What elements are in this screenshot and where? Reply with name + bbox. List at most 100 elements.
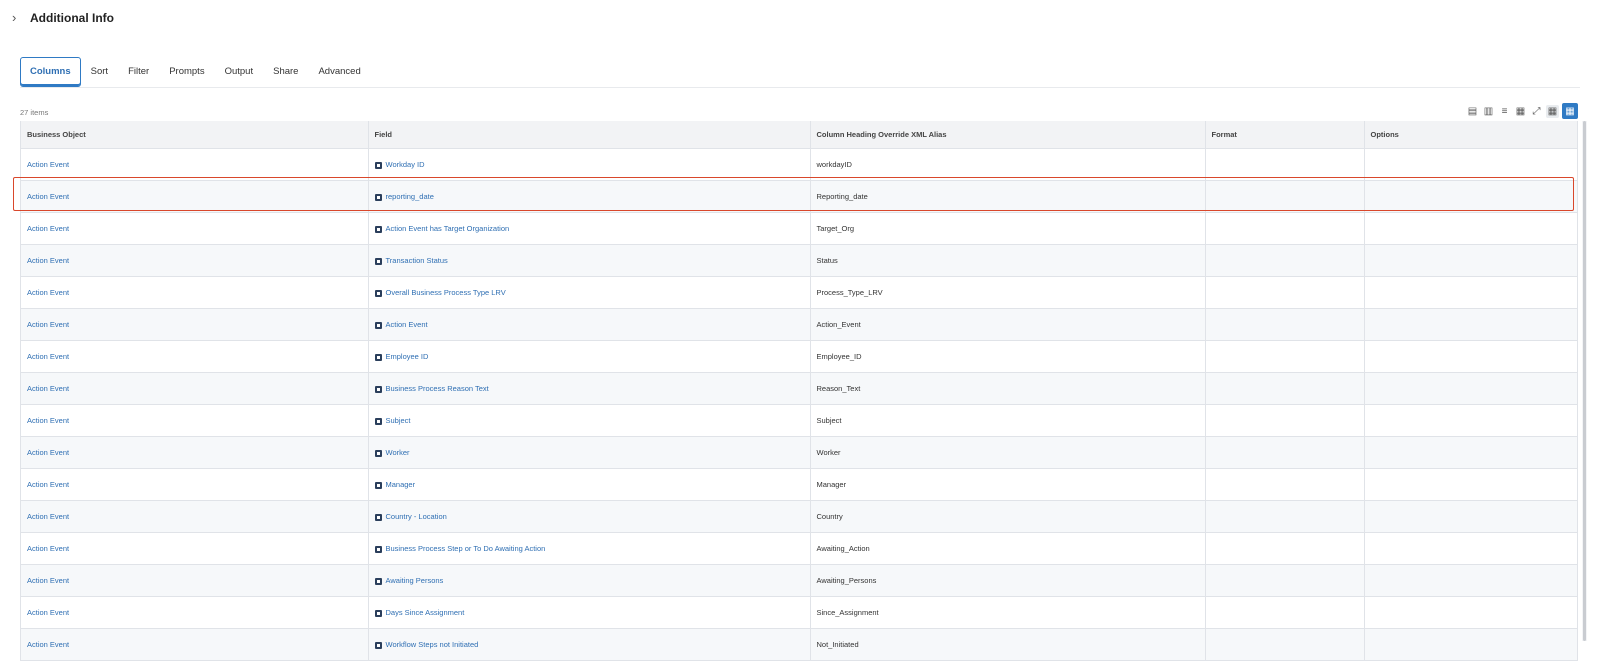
alias-cell[interactable]: Awaiting_Persons <box>810 564 1206 597</box>
options-cell[interactable] <box>1364 436 1578 469</box>
business-object-cell[interactable]: Action Event <box>21 596 369 629</box>
options-cell[interactable] <box>1364 500 1578 533</box>
format-cell[interactable] <box>1205 500 1365 533</box>
tab-columns[interactable]: Columns <box>20 57 81 87</box>
options-cell[interactable] <box>1364 180 1578 213</box>
table-row[interactable]: Action Event reporting_date Reporting_date <box>21 180 1578 213</box>
options-cell[interactable] <box>1364 276 1578 309</box>
format-cell[interactable] <box>1205 436 1365 469</box>
table-row[interactable]: Action Event Country - Location Country <box>21 500 1578 533</box>
table-row[interactable]: Action Event Overall Business Process Typ… <box>21 276 1578 309</box>
tab-output[interactable]: Output <box>215 58 264 86</box>
business-object-cell[interactable]: Action Event <box>21 564 369 597</box>
chevron-right-icon[interactable]: › <box>12 11 22 25</box>
field-link[interactable]: Transaction Status <box>386 256 448 265</box>
field-cell[interactable]: Transaction Status <box>368 244 811 277</box>
field-link[interactable]: Workday ID <box>386 160 425 169</box>
alias-cell[interactable]: Not_Initiated <box>810 628 1206 661</box>
business-object-link[interactable]: Action Event <box>27 160 69 169</box>
options-cell[interactable] <box>1364 148 1578 181</box>
table-row[interactable]: Action Event Employee ID Employee_ID <box>21 340 1578 373</box>
options-cell[interactable] <box>1364 564 1578 597</box>
business-object-link[interactable]: Action Event <box>27 544 69 553</box>
options-cell[interactable] <box>1364 244 1578 277</box>
alias-cell[interactable]: Status <box>810 244 1206 277</box>
field-cell[interactable]: Days Since Assignment <box>368 596 811 629</box>
table-row[interactable]: Action Event Days Since Assignment Since_A… <box>21 596 1578 629</box>
field-link[interactable]: Worker <box>386 448 410 457</box>
business-object-link[interactable]: Action Event <box>27 576 69 585</box>
filter-icon[interactable]: ≡ <box>1498 105 1511 118</box>
field-cell[interactable]: Employee ID <box>368 340 811 373</box>
field-link[interactable]: Business Process Reason Text <box>386 384 489 393</box>
business-object-cell[interactable]: Action Event <box>21 276 369 309</box>
col-header-format[interactable]: Format <box>1205 121 1365 149</box>
field-cell[interactable]: Country - Location <box>368 500 811 533</box>
business-object-link[interactable]: Action Event <box>27 224 69 233</box>
field-cell[interactable]: Awaiting Persons <box>368 564 811 597</box>
field-cell[interactable]: Action Event <box>368 308 811 341</box>
options-cell[interactable] <box>1364 340 1578 373</box>
alias-cell[interactable]: Employee_ID <box>810 340 1206 373</box>
business-object-link[interactable]: Action Event <box>27 640 69 649</box>
table-row[interactable]: Action Event Manager Manager <box>21 468 1578 501</box>
columns-icon[interactable]: ▦ <box>1514 105 1527 118</box>
business-object-cell[interactable]: Action Event <box>21 180 369 213</box>
options-cell[interactable] <box>1364 532 1578 565</box>
field-cell[interactable]: Action Event has Target Organization <box>368 212 811 245</box>
col-header-options[interactable]: Options <box>1364 121 1578 149</box>
table-row[interactable]: Action Event Action Event has Target Orga… <box>21 212 1578 245</box>
business-object-cell[interactable]: Action Event <box>21 244 369 277</box>
field-link[interactable]: Country - Location <box>386 512 447 521</box>
field-link[interactable]: reporting_date <box>386 192 434 201</box>
field-link[interactable]: Overall Business Process Type LRV <box>386 288 506 297</box>
field-link[interactable]: Action Event <box>386 320 428 329</box>
tab-sort[interactable]: Sort <box>81 58 118 86</box>
format-cell[interactable] <box>1205 596 1365 629</box>
format-cell[interactable] <box>1205 628 1365 661</box>
options-cell[interactable] <box>1364 468 1578 501</box>
col-header-alias[interactable]: Column Heading Override XML Alias <box>810 121 1206 149</box>
options-cell[interactable] <box>1364 404 1578 437</box>
table-row[interactable]: Action Event Awaiting Persons Awaiting_Per… <box>21 564 1578 597</box>
format-cell[interactable] <box>1205 404 1365 437</box>
business-object-cell[interactable]: Action Event <box>21 372 369 405</box>
format-cell[interactable] <box>1205 148 1365 181</box>
field-link[interactable]: Action Event has Target Organization <box>386 224 510 233</box>
field-link[interactable]: Employee ID <box>386 352 429 361</box>
business-object-cell[interactable]: Action Event <box>21 308 369 341</box>
table-view-icon[interactable]: ▦ <box>1546 104 1559 118</box>
alias-cell[interactable]: Since_Assignment <box>810 596 1206 629</box>
field-link[interactable]: Manager <box>386 480 416 489</box>
field-cell[interactable]: Subject <box>368 404 811 437</box>
business-object-cell[interactable]: Action Event <box>21 468 369 501</box>
field-cell[interactable]: Business Process Step or To Do Awaiting … <box>368 532 811 565</box>
table-row[interactable]: Action Event Transaction Status Status <box>21 244 1578 277</box>
field-link[interactable]: Subject <box>386 416 411 425</box>
business-object-cell[interactable]: Action Event <box>21 500 369 533</box>
business-object-link[interactable]: Action Event <box>27 416 69 425</box>
business-object-cell[interactable]: Action Event <box>21 340 369 373</box>
options-cell[interactable] <box>1364 212 1578 245</box>
format-cell[interactable] <box>1205 468 1365 501</box>
table-row[interactable]: Action Event Workflow Steps not Initiated… <box>21 628 1578 661</box>
field-cell[interactable]: Manager <box>368 468 811 501</box>
business-object-cell[interactable]: Action Event <box>21 628 369 661</box>
business-object-link[interactable]: Action Event <box>27 384 69 393</box>
alias-cell[interactable]: Reason_Text <box>810 372 1206 405</box>
business-object-link[interactable]: Action Event <box>27 352 69 361</box>
alias-cell[interactable]: Awaiting_Action <box>810 532 1206 565</box>
format-cell[interactable] <box>1205 276 1365 309</box>
grid-view-icon[interactable]: ▦ <box>1562 103 1578 119</box>
field-cell[interactable]: Business Process Reason Text <box>368 372 811 405</box>
format-cell[interactable] <box>1205 212 1365 245</box>
format-cell[interactable] <box>1205 308 1365 341</box>
fullscreen-icon[interactable]: ⤢ <box>1530 105 1543 118</box>
business-object-cell[interactable]: Action Event <box>21 212 369 245</box>
field-link[interactable]: Workflow Steps not Initiated <box>386 640 479 649</box>
field-cell[interactable]: Workflow Steps not Initiated <box>368 628 811 661</box>
format-cell[interactable] <box>1205 244 1365 277</box>
field-link[interactable]: Business Process Step or To Do Awaiting … <box>386 544 546 553</box>
table-row[interactable]: Action Event Action Event Action_Event <box>21 308 1578 341</box>
alias-cell[interactable]: Country <box>810 500 1206 533</box>
